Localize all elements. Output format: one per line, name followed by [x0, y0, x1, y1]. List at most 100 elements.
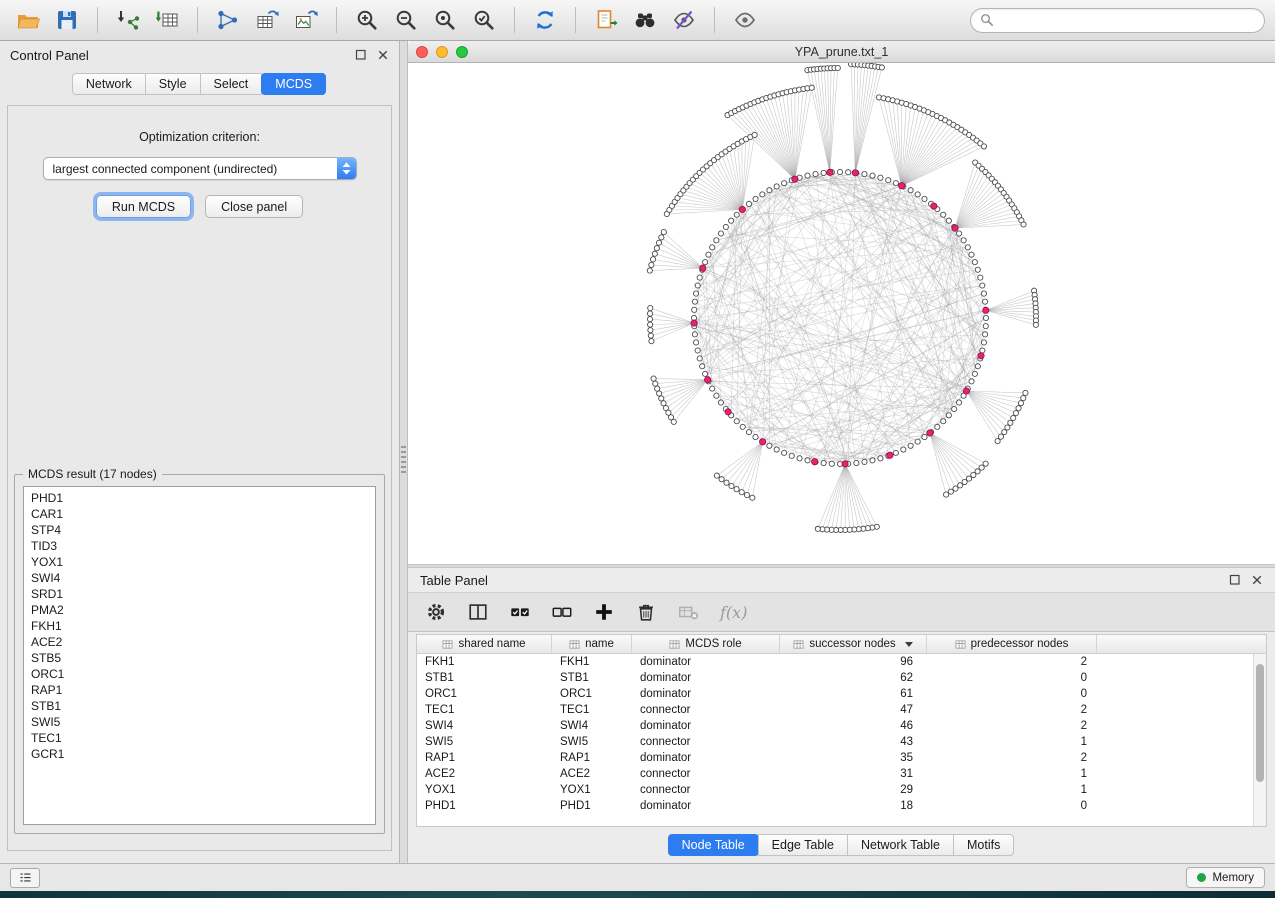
tab-node-table[interactable]: Node Table — [668, 834, 759, 856]
table-row[interactable]: FKH1FKH1dominator962 — [417, 654, 1266, 670]
network-canvas[interactable] — [408, 63, 1275, 564]
sort-indicator-icon[interactable] — [905, 642, 913, 647]
cell-shared-name: YOX1 — [417, 784, 552, 796]
table-row[interactable]: STB1STB1dominator620 — [417, 670, 1266, 686]
new-network-button[interactable] — [210, 5, 246, 36]
deselect-all-button[interactable] — [546, 597, 578, 627]
refresh-button[interactable] — [527, 5, 563, 36]
column-label: predecessor nodes — [971, 638, 1069, 650]
search-neighbors-button[interactable] — [627, 5, 663, 36]
table-row[interactable]: ORC1ORC1dominator610 — [417, 686, 1266, 702]
table-toolbar-icons — [420, 597, 704, 627]
mcds-result-list[interactable]: PHD1CAR1STP4TID3YOX1SWI4SRD1PMA2FKH1ACE2… — [23, 486, 376, 825]
column-header-successor-nodes[interactable]: successor nodes — [780, 635, 927, 653]
tab-mcds[interactable]: MCDS — [261, 73, 326, 95]
table-row[interactable]: RAP1RAP1dominator352 — [417, 750, 1266, 766]
table-row[interactable]: SWI4SWI4dominator462 — [417, 718, 1266, 734]
table-row[interactable]: ACE2ACE2connector311 — [417, 766, 1266, 782]
zoom-selected-button[interactable] — [466, 5, 502, 36]
window-zoom-button[interactable] — [456, 46, 468, 58]
mcds-result-item[interactable]: SWI5 — [24, 714, 375, 730]
function-builder-button[interactable]: f(x) — [720, 603, 747, 622]
tab-motifs[interactable]: Motifs — [953, 834, 1014, 856]
tab-network-table[interactable]: Network Table — [847, 834, 954, 856]
add-row-button[interactable] — [588, 597, 620, 627]
tab-network[interactable]: Network — [72, 73, 146, 95]
settings-gear-button[interactable] — [420, 597, 452, 627]
desktop-wallpaper-strip — [0, 891, 1275, 898]
table-row[interactable]: YOX1YOX1connector291 — [417, 782, 1266, 798]
copy-style-icon — [594, 8, 618, 32]
mcds-result-item[interactable]: SRD1 — [24, 586, 375, 602]
mcds-result-item[interactable]: STP4 — [24, 522, 375, 538]
tab-edge-table[interactable]: Edge Table — [758, 834, 848, 856]
show-eye-button[interactable] — [727, 5, 763, 36]
mcds-result-item[interactable]: YOX1 — [24, 554, 375, 570]
mcds-result-item[interactable]: PHD1 — [24, 490, 375, 506]
open-button[interactable] — [10, 5, 46, 36]
mcds-result-item[interactable]: TID3 — [24, 538, 375, 554]
clone-network-button[interactable] — [249, 5, 285, 36]
scrollbar-thumb[interactable] — [1256, 664, 1264, 782]
column-header-name[interactable]: name — [552, 635, 632, 653]
window-close-button[interactable] — [416, 46, 428, 58]
table-row[interactable]: SWI5SWI5connector431 — [417, 734, 1266, 750]
mcds-result-item[interactable]: TEC1 — [24, 730, 375, 746]
vertical-splitter[interactable] — [400, 41, 408, 863]
column-header-predecessor-nodes[interactable]: predecessor nodes — [927, 635, 1097, 653]
delete-rows-button[interactable] — [630, 597, 662, 627]
zoom-out-button[interactable] — [388, 5, 424, 36]
search-box[interactable] — [970, 8, 1265, 33]
table-scrollbar[interactable] — [1253, 654, 1266, 826]
import-table-button[interactable] — [149, 5, 185, 36]
window-minimize-button[interactable] — [436, 46, 448, 58]
hide-button[interactable] — [666, 5, 702, 36]
column-header-shared-name[interactable]: shared name — [417, 635, 552, 653]
tab-select[interactable]: Select — [200, 73, 263, 95]
close-panel-icon[interactable] — [377, 49, 389, 61]
cell-name: STB1 — [552, 672, 632, 684]
zoom-out-icon — [394, 8, 418, 32]
zoom-in-button[interactable] — [349, 5, 385, 36]
mcds-result-item[interactable]: SWI4 — [24, 570, 375, 586]
close-table-panel-icon[interactable] — [1251, 574, 1263, 586]
mcds-result-item[interactable]: STB5 — [24, 650, 375, 666]
mcds-result-item[interactable]: ORC1 — [24, 666, 375, 682]
columns-button[interactable] — [462, 597, 494, 627]
search-input[interactable] — [1000, 13, 1255, 27]
cell-name: SWI4 — [552, 720, 632, 732]
mcds-result-item[interactable]: ACE2 — [24, 634, 375, 650]
splitter-grip — [401, 446, 406, 474]
column-header-mcds-role[interactable]: MCDS role — [632, 635, 780, 653]
taskbar-button[interactable] — [10, 868, 40, 888]
mcds-result-item[interactable]: RAP1 — [24, 682, 375, 698]
mcds-result-item[interactable]: PMA2 — [24, 602, 375, 618]
select-all-button[interactable] — [504, 597, 536, 627]
float-panel-icon[interactable] — [355, 49, 367, 61]
table-row[interactable]: TEC1TEC1connector472 — [417, 702, 1266, 718]
columns-icon — [467, 601, 489, 623]
table-row[interactable]: PHD1PHD1dominator180 — [417, 798, 1266, 814]
cell-name: RAP1 — [552, 752, 632, 764]
run-mcds-button[interactable]: Run MCDS — [96, 195, 191, 218]
cell-mcds-role: dominator — [632, 720, 780, 732]
tab-style[interactable]: Style — [145, 73, 201, 95]
network-graph[interactable] — [408, 63, 1275, 564]
mcds-result-item[interactable]: CAR1 — [24, 506, 375, 522]
cell-name: SWI5 — [552, 736, 632, 748]
mcds-result-item[interactable]: GCR1 — [24, 746, 375, 762]
clear-table-button[interactable] — [672, 597, 704, 627]
save-button[interactable] — [49, 5, 85, 36]
memory-button[interactable]: Memory — [1186, 867, 1265, 888]
close-panel-button[interactable]: Close panel — [205, 195, 303, 218]
import-network-button[interactable] — [110, 5, 146, 36]
export-image-button[interactable] — [288, 5, 324, 36]
mini-grid-icon — [793, 639, 804, 650]
zoom-fit-button[interactable] — [427, 5, 463, 36]
criterion-select[interactable]: largest connected component (undirected) — [43, 157, 357, 180]
copy-style-button[interactable] — [588, 5, 624, 36]
mcds-result-item[interactable]: STB1 — [24, 698, 375, 714]
float-table-panel-icon[interactable] — [1229, 574, 1241, 586]
memory-status-icon — [1197, 873, 1206, 882]
mcds-result-item[interactable]: FKH1 — [24, 618, 375, 634]
